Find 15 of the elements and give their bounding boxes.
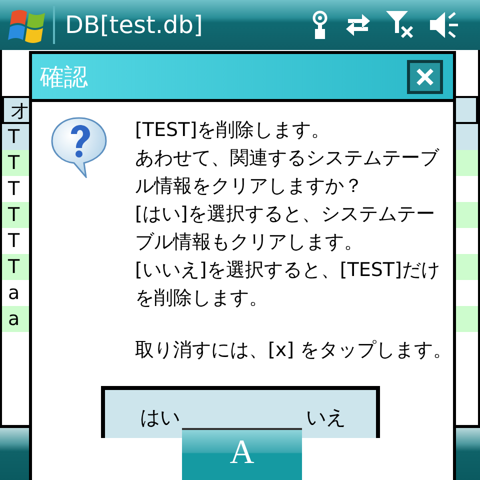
speaker-muted-icon[interactable] [430,12,460,38]
message-text: あわせて、関連するシステムテーブル情報をクリアしますか？ [135,146,440,199]
no-signal-icon[interactable] [386,11,416,39]
dialog-title: 確認 [40,62,88,92]
flag-icon[interactable] [8,8,48,44]
question-bubble-icon [50,116,108,178]
sync-arrows-icon[interactable] [344,13,372,37]
close-icon [415,66,435,86]
message-text: [TEST]を削除します。 [135,118,332,143]
message-text: [はい]を選択すると、システムテーブル情報もクリアします。 [135,202,436,255]
message-text: [いいえ]を選択すると、[TEST]だけを削除します。 [135,258,441,311]
close-button[interactable] [407,60,443,94]
message-text: 取り消すには、[x] をタップします。 [135,338,453,363]
window-title: DB[test.db] [65,11,203,39]
antenna-icon[interactable] [310,10,330,40]
